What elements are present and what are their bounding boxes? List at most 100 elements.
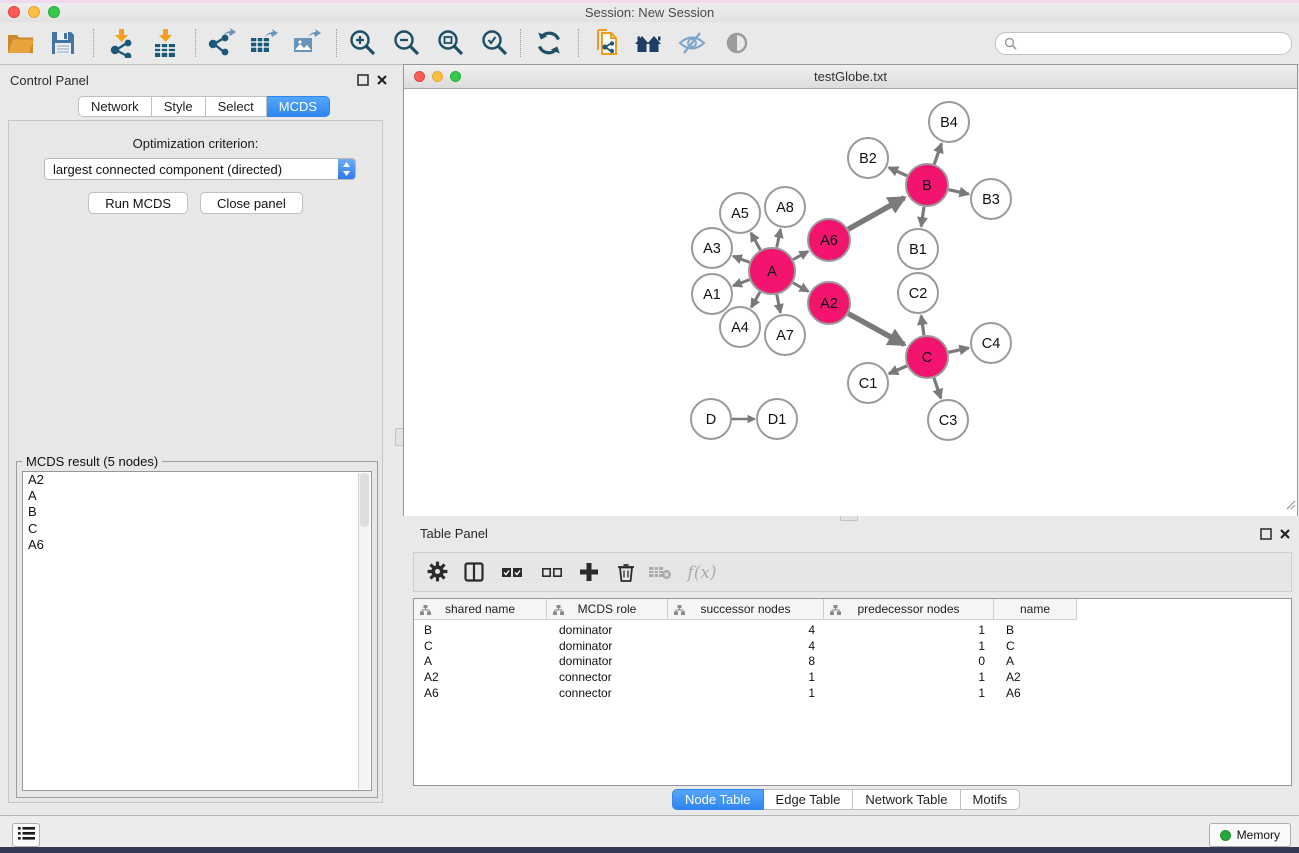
tab-select[interactable]: Select: [206, 96, 267, 117]
export-image-button[interactable]: [288, 26, 324, 62]
graph-node-A8[interactable]: A8: [765, 187, 805, 227]
zoom-fit-button[interactable]: [432, 26, 468, 62]
graph-edge-B-B1[interactable]: [921, 207, 924, 227]
result-scrollbar-thumb[interactable]: [360, 473, 369, 527]
column-header-shared-name[interactable]: shared name: [414, 599, 547, 620]
hide-selected-button[interactable]: [674, 26, 710, 62]
table-cell[interactable]: 0: [824, 654, 994, 670]
tab-edge-table[interactable]: Edge Table: [764, 789, 854, 810]
import-network-button[interactable]: [103, 26, 139, 62]
graph-node-B1[interactable]: B1: [898, 229, 938, 269]
mcds-result-item[interactable]: A6: [23, 537, 371, 553]
graph-edge-C-C3[interactable]: [934, 378, 941, 398]
float-panel-icon[interactable]: [357, 73, 369, 85]
network-window-titlebar[interactable]: testGlobe.txt: [404, 65, 1297, 89]
column-header-name[interactable]: name: [994, 599, 1077, 620]
resize-grip-icon[interactable]: [1284, 497, 1296, 515]
tab-mcds[interactable]: MCDS: [267, 96, 330, 117]
show-panel-list-button[interactable]: [12, 823, 40, 847]
criterion-dropdown[interactable]: largest connected component (directed): [44, 158, 356, 180]
close-mcds-panel-button[interactable]: Close panel: [200, 192, 303, 214]
graph-node-B3[interactable]: B3: [971, 179, 1011, 219]
tab-style[interactable]: Style: [152, 96, 206, 117]
graph-edge-A-A6[interactable]: [793, 251, 808, 259]
deselect-all-button[interactable]: [538, 559, 566, 587]
add-row-button[interactable]: [575, 559, 603, 587]
run-mcds-button[interactable]: Run MCDS: [88, 192, 188, 214]
graph-node-A5[interactable]: A5: [720, 193, 760, 233]
table-cell[interactable]: B: [994, 623, 1077, 639]
tab-network[interactable]: Network: [78, 96, 152, 117]
save-session-button[interactable]: [45, 26, 81, 62]
graph-edge-A2-C[interactable]: [848, 314, 904, 345]
zoom-selected-button[interactable]: [476, 26, 512, 62]
mcds-result-list[interactable]: A2ABCA6: [22, 471, 372, 791]
show-all-button[interactable]: [719, 26, 755, 62]
network-graph[interactable]: B4B2BB3A5A8A6A3B1AA1C2A2A4A7C4CC1C3DD1: [404, 89, 1297, 516]
column-header-successor-nodes[interactable]: successor nodes: [668, 599, 824, 620]
graph-node-A3[interactable]: A3: [692, 228, 732, 268]
graph-edge-A-A4[interactable]: [751, 292, 760, 307]
import-table-button[interactable]: [147, 26, 183, 62]
memory-button[interactable]: Memory: [1209, 823, 1291, 847]
first-neighbors-button[interactable]: [631, 26, 667, 62]
graph-edge-C-C2[interactable]: [921, 316, 924, 336]
graph-edge-C-C4[interactable]: [948, 348, 968, 352]
table-cell[interactable]: 4: [668, 639, 824, 655]
graph-edge-A-A5[interactable]: [751, 233, 760, 250]
table-cell[interactable]: connector: [547, 670, 668, 686]
select-all-button[interactable]: [498, 559, 526, 587]
delete-row-button[interactable]: [612, 559, 640, 587]
graph-node-B4[interactable]: B4: [929, 102, 969, 142]
zoom-in-button[interactable]: [344, 26, 380, 62]
graph-node-A2[interactable]: A2: [808, 282, 850, 324]
graph-edge-A-A3[interactable]: [733, 256, 749, 262]
table-cell[interactable]: dominator: [547, 623, 668, 639]
result-scrollbar[interactable]: [358, 473, 370, 789]
graph-edge-B-B2[interactable]: [889, 168, 907, 176]
table-cell[interactable]: 1: [824, 686, 994, 702]
graph-edge-A-A1[interactable]: [733, 280, 749, 286]
graph-edge-C-C1[interactable]: [889, 366, 907, 374]
table-cell[interactable]: A6: [994, 686, 1077, 702]
column-header-predecessor-nodes[interactable]: predecessor nodes: [824, 599, 994, 620]
export-table-button[interactable]: [245, 26, 281, 62]
table-cell[interactable]: 1: [824, 670, 994, 686]
open-file-button[interactable]: [3, 26, 39, 62]
table-cell[interactable]: 8: [668, 654, 824, 670]
table-cell[interactable]: A2: [994, 670, 1077, 686]
mcds-result-item[interactable]: A2: [23, 472, 371, 488]
graph-node-C1[interactable]: C1: [848, 363, 888, 403]
table-cell[interactable]: A2: [414, 670, 547, 686]
tab-network-table[interactable]: Network Table: [853, 789, 960, 810]
mcds-result-item[interactable]: A: [23, 488, 371, 504]
graph-edge-A6-B[interactable]: [848, 198, 904, 230]
function-builder-button[interactable]: f(x): [682, 559, 722, 587]
table-cell[interactable]: 1: [824, 639, 994, 655]
table-cell[interactable]: A: [994, 654, 1077, 670]
column-header-MCDS-role[interactable]: MCDS role: [547, 599, 668, 620]
node-table[interactable]: shared nameMCDS rolesuccessor nodesprede…: [413, 598, 1292, 786]
graph-node-C4[interactable]: C4: [971, 323, 1011, 363]
mcds-result-item[interactable]: B: [23, 504, 371, 520]
graph-node-A[interactable]: A: [749, 248, 795, 294]
network-canvas[interactable]: B4B2BB3A5A8A6A3B1AA1C2A2A4A7C4CC1C3DD1: [404, 89, 1297, 516]
graph-node-D[interactable]: D: [691, 399, 731, 439]
close-panel-icon[interactable]: [376, 73, 388, 85]
graph-node-C[interactable]: C: [906, 336, 948, 378]
search-input[interactable]: [1022, 36, 1291, 52]
float-table-panel-icon[interactable]: [1260, 527, 1272, 539]
mcds-result-item[interactable]: C: [23, 521, 371, 537]
graph-node-A4[interactable]: A4: [720, 307, 760, 347]
table-cell[interactable]: dominator: [547, 639, 668, 655]
delete-table-button[interactable]: [646, 559, 674, 587]
table-cell[interactable]: connector: [547, 686, 668, 702]
graph-node-C3[interactable]: C3: [928, 400, 968, 440]
table-cell[interactable]: 4: [668, 623, 824, 639]
graph-node-C2[interactable]: C2: [898, 273, 938, 313]
table-cell[interactable]: C: [994, 639, 1077, 655]
table-cell[interactable]: 1: [824, 623, 994, 639]
refresh-button[interactable]: [531, 26, 567, 62]
table-cell[interactable]: C: [414, 639, 547, 655]
close-table-panel-icon[interactable]: [1279, 527, 1291, 539]
